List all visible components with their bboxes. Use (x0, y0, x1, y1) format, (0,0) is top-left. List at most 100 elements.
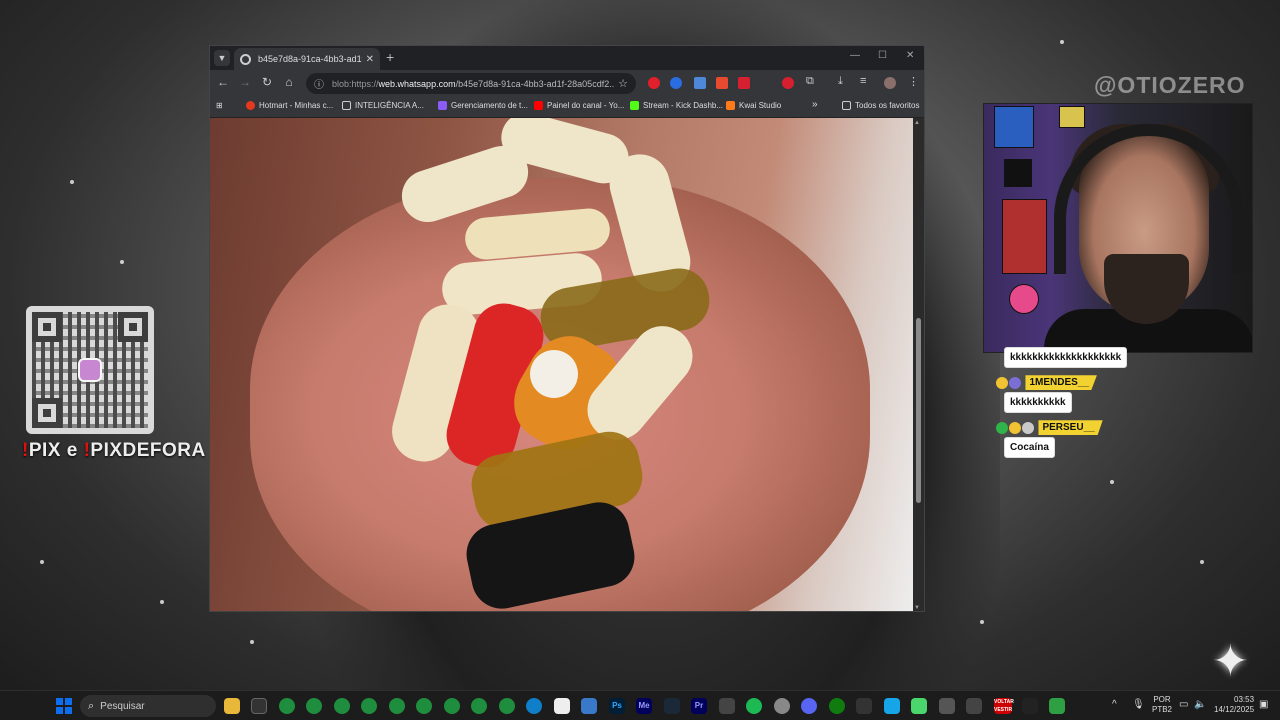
spotify-icon[interactable] (746, 698, 762, 714)
file-explorer-icon[interactable] (224, 698, 240, 714)
chat-message: Cocaína (1004, 437, 1055, 458)
app-icon[interactable] (939, 698, 955, 714)
clock[interactable]: 03:53 14/12/2025 (1214, 695, 1254, 715)
extension-icon[interactable] (782, 77, 794, 89)
webcam-feed (983, 103, 1253, 353)
steam-icon[interactable] (664, 698, 680, 714)
vertical-scrollbar[interactable]: ▲ ▼ (913, 118, 924, 611)
profile-avatar[interactable] (884, 77, 896, 89)
windows-taskbar: ⌕ Pesquisar Ps Me Pr VOLTAR VESTIR ^ 🎙 P… (0, 690, 1280, 720)
chrome-icon[interactable] (306, 698, 322, 714)
new-tab-button[interactable]: + (386, 49, 394, 65)
back-button[interactable]: ← (215, 75, 231, 89)
chrome-icon[interactable] (279, 698, 295, 714)
home-button[interactable]: ⌂ (281, 75, 297, 89)
extension-icon[interactable] (738, 77, 750, 89)
extension-icon[interactable] (716, 77, 728, 89)
app-icon[interactable] (719, 698, 735, 714)
app-icon[interactable] (1049, 698, 1065, 714)
photoshop-icon[interactable]: Ps (609, 698, 625, 714)
chrome-icon[interactable] (416, 698, 432, 714)
bookmark-star-icon[interactable]: ☆ (618, 77, 628, 90)
emote-badge-icon (1022, 421, 1034, 434)
bookmark-hotmart[interactable]: Hotmart - Minhas c... (246, 101, 333, 110)
url-text: blob:https://web.whatsapp.com/b45e7d8a-9… (332, 78, 615, 89)
language-indicator[interactable]: POR PTB2 (1152, 695, 1172, 715)
tray-overflow-icon[interactable]: ^ (1112, 699, 1117, 710)
app-icon[interactable] (856, 698, 872, 714)
chrome-icon[interactable] (471, 698, 487, 714)
media-control-icon[interactable]: ≡ (860, 75, 866, 87)
chat-message: kkkkkkkkkk (1004, 392, 1072, 413)
network-icon[interactable]: ▭ (1179, 699, 1188, 710)
extension-icon[interactable] (648, 77, 660, 89)
chrome-icon[interactable] (499, 698, 515, 714)
site-info-icon[interactable]: ⓘ (314, 76, 324, 91)
download-icon[interactable]: ⤓ (838, 75, 843, 88)
premiere-icon[interactable]: Pr (691, 698, 707, 714)
globe-icon (240, 53, 251, 65)
bookmark-kick[interactable]: Stream - Kick Dashb... (630, 101, 723, 110)
minimize-button[interactable]: — (850, 50, 860, 61)
xbox-icon[interactable] (829, 698, 845, 714)
scroll-up-icon[interactable]: ▲ (914, 120, 920, 126)
app-icon[interactable] (1022, 698, 1038, 714)
extension-icon[interactable] (670, 77, 682, 89)
bookmark-page-icon (438, 101, 447, 110)
apps-grid-icon[interactable]: ⊞ (216, 101, 223, 110)
browser-window: ▼ b45e7d8a-91ca-4bb3-ad1f-28a05cdf2 ✕ + … (209, 45, 925, 612)
bookmark-youtube[interactable]: Painel do canal - Yo... (534, 101, 624, 110)
white-tablet (530, 350, 578, 398)
discord-icon[interactable] (801, 698, 817, 714)
chat-message: kkkkkkkkkkkkkkkkkkkk (1004, 347, 1128, 368)
chrome-icon[interactable] (334, 698, 350, 714)
bookmarks-overflow-button[interactable]: » (812, 99, 818, 110)
edge-icon[interactable] (526, 698, 542, 714)
maximize-button[interactable]: ☐ (878, 50, 887, 61)
pix-qr-code (26, 306, 154, 434)
volume-icon[interactable]: 🔈 (1194, 699, 1206, 710)
chrome-icon[interactable] (444, 698, 460, 714)
app-icon[interactable] (581, 698, 597, 714)
app-icon[interactable] (884, 698, 900, 714)
title-bar: ▼ b45e7d8a-91ca-4bb3-ad1f-28a05cdf2 ✕ + … (210, 46, 924, 70)
start-button[interactable] (56, 698, 72, 714)
media-encoder-icon[interactable]: Me (636, 698, 652, 714)
all-bookmarks-folder[interactable]: Todos os favoritos (842, 101, 919, 110)
chrome-icon[interactable] (389, 698, 405, 714)
microphone-icon[interactable]: 🎙 (1132, 699, 1145, 710)
obs-icon[interactable] (774, 698, 790, 714)
app-icon[interactable] (911, 698, 927, 714)
browser-tab[interactable]: b45e7d8a-91ca-4bb3-ad1f-28a05cdf2 ✕ (234, 48, 380, 70)
vestir-app-icon[interactable]: VOLTAR VESTIR (994, 698, 1014, 714)
scroll-thumb[interactable] (916, 318, 921, 503)
chat-username-row: 1MENDES__ (996, 374, 1097, 392)
verified-badge-icon (996, 421, 1008, 434)
menu-kebab-icon[interactable]: ⋮ (908, 75, 919, 88)
extensions-puzzle-icon[interactable]: ⧉ (806, 75, 814, 88)
notification-icon[interactable]: ▣ (1259, 699, 1268, 710)
tab-close-icon[interactable]: ✕ (366, 54, 374, 65)
tab-search-button[interactable]: ▼ (214, 50, 230, 66)
channel-watermark: @OTIOZERO (1094, 72, 1246, 98)
bookmark-gerenciamento[interactable]: Gerenciamento de t... (438, 101, 528, 110)
taskbar-search[interactable]: ⌕ Pesquisar (80, 695, 216, 717)
store-icon[interactable] (554, 698, 570, 714)
terminal-icon[interactable] (251, 698, 267, 714)
tab-title: b45e7d8a-91ca-4bb3-ad1f-28a05cdf2 (258, 54, 362, 64)
scroll-down-icon[interactable]: ▼ (914, 605, 920, 611)
pix-label: !PIX e !PIXDEFORA (22, 440, 206, 461)
kick-icon (630, 101, 639, 110)
reload-button[interactable]: ↻ (259, 75, 275, 89)
extension-icon[interactable] (694, 77, 706, 89)
bookmark-inteligencia[interactable]: INTELIGÊNCIA A... (342, 101, 424, 110)
app-icon[interactable] (966, 698, 982, 714)
chat-username: 1MENDES__ (1025, 375, 1097, 391)
forward-button[interactable]: → (237, 75, 253, 89)
kwai-icon (726, 101, 735, 110)
chat-username-row: PERSEU__ (996, 419, 1103, 437)
address-bar[interactable]: ⓘ blob:https://web.whatsapp.com/b45e7d8a… (306, 73, 636, 94)
close-window-button[interactable]: ✕ (906, 50, 914, 61)
bookmark-kwai[interactable]: Kwai Studio (726, 101, 781, 110)
chrome-icon[interactable] (361, 698, 377, 714)
